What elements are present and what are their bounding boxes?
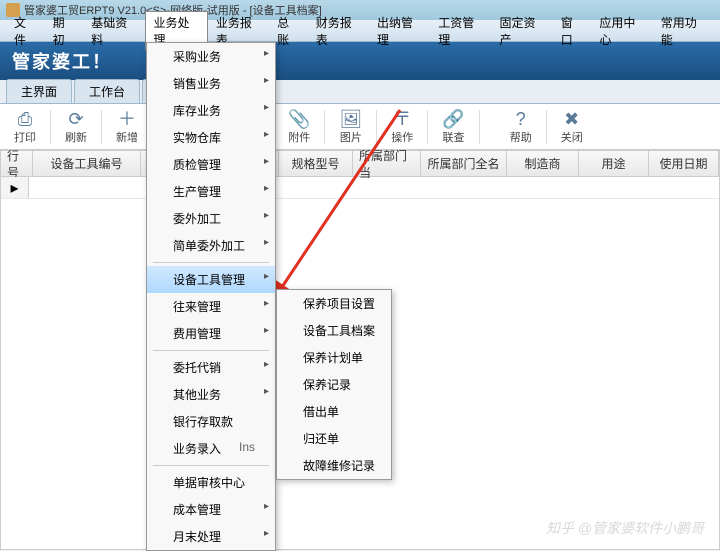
- menu-item[interactable]: 归还单: [277, 425, 391, 452]
- menu-item[interactable]: 委托代销: [147, 354, 275, 381]
- menu-item[interactable]: 月末处理: [147, 523, 275, 550]
- menu-0[interactable]: 文件: [6, 12, 45, 50]
- column-header[interactable]: 使用日期: [649, 151, 719, 176]
- column-header[interactable]: 行号: [1, 151, 33, 176]
- menu-1[interactable]: 期初: [45, 12, 84, 50]
- menu-item[interactable]: 单据审核中心: [147, 469, 275, 496]
- linkquery-button[interactable]: 🔗联查: [434, 107, 472, 147]
- column-header[interactable]: 用途: [579, 151, 649, 176]
- print-icon: ⎙: [18, 109, 32, 129]
- menu-item[interactable]: 设备工具管理: [147, 266, 275, 293]
- menu-item[interactable]: 往来管理: [147, 293, 275, 320]
- menu-10[interactable]: 窗口: [553, 12, 592, 50]
- column-header[interactable]: 所属部门当: [353, 151, 421, 176]
- operate-icon: 〒: [393, 109, 411, 129]
- tab-bar: 主界面工作台设: [0, 80, 720, 104]
- menu-item[interactable]: 借出单: [277, 398, 391, 425]
- menu-6[interactable]: 财务报表: [308, 12, 369, 50]
- menu-8[interactable]: 工资管理: [430, 12, 491, 50]
- menu-item[interactable]: 保养记录: [277, 371, 391, 398]
- submenu-equipment-dropdown: 保养项目设置设备工具档案保养计划单保养记录借出单归还单故障维修记录: [276, 289, 392, 480]
- tab-1[interactable]: 工作台: [74, 79, 140, 103]
- menu-item[interactable]: 银行存取款: [147, 408, 275, 435]
- column-header[interactable]: 制造商: [507, 151, 579, 176]
- image-button[interactable]: 🖼图片: [331, 107, 370, 147]
- attach-icon: 📎: [288, 109, 310, 129]
- watermark: 知乎 @管家婆软件小鹏哥: [546, 518, 704, 538]
- link-icon: 🔗: [442, 109, 464, 129]
- menu-item[interactable]: 生产管理: [147, 178, 275, 205]
- menu-item[interactable]: 设备工具档案: [277, 317, 391, 344]
- menu-item[interactable]: 其他业务: [147, 381, 275, 408]
- menu-business-dropdown: 采购业务销售业务库存业务实物仓库质检管理生产管理委外加工简单委外加工设备工具管理…: [146, 42, 276, 551]
- column-header[interactable]: 设备工具编号: [33, 151, 141, 176]
- menu-item[interactable]: 保养项目设置: [277, 290, 391, 317]
- menu-9[interactable]: 固定资产: [492, 12, 553, 50]
- attach-button[interactable]: 📎附件: [280, 107, 318, 147]
- menu-item[interactable]: 质检管理: [147, 151, 275, 178]
- menu-12[interactable]: 常用功能: [653, 12, 714, 50]
- menu-item[interactable]: 保养计划单: [277, 344, 391, 371]
- plus-icon: ＋: [118, 109, 136, 129]
- refresh-icon: ⟳: [68, 109, 83, 129]
- menu-item[interactable]: 销售业务: [147, 70, 275, 97]
- menu-item[interactable]: 库存业务: [147, 97, 275, 124]
- column-header[interactable]: 所属部门全名: [421, 151, 507, 176]
- menu-item[interactable]: 简单委外加工: [147, 232, 275, 259]
- menu-bar: 文件期初基础资料业务处理业务报表总账财务报表出纳管理工资管理固定资产窗口应用中心…: [0, 20, 720, 42]
- operate-button[interactable]: 〒操作: [383, 107, 421, 147]
- close-button[interactable]: ✖关闭: [553, 107, 591, 147]
- menu-item[interactable]: 采购业务: [147, 43, 275, 70]
- menu-item[interactable]: 故障维修记录: [277, 452, 391, 479]
- grid-header: 行号设备工具编号 规格型号所属部门当所属部门全名制造商用途使用日期: [1, 151, 719, 177]
- menu-7[interactable]: 出纳管理: [369, 12, 430, 50]
- close-icon: ✖: [564, 109, 579, 129]
- row-marker-icon: ▸: [1, 177, 29, 198]
- print-button[interactable]: ⎙打印: [6, 107, 44, 147]
- menu-2[interactable]: 基础资料: [83, 12, 144, 50]
- menu-11[interactable]: 应用中心: [591, 12, 652, 50]
- column-header[interactable]: 规格型号: [279, 151, 353, 176]
- refresh-button[interactable]: ⟳刷新: [57, 107, 95, 147]
- menu-item[interactable]: 费用管理: [147, 320, 275, 347]
- help-icon: ?: [516, 109, 526, 129]
- menu-item[interactable]: 委外加工: [147, 205, 275, 232]
- menu-item[interactable]: 实物仓库: [147, 124, 275, 151]
- help-button[interactable]: ?帮助: [502, 107, 540, 147]
- toolbar: ⎙打印 ⟳刷新 ＋新增 📎附件 🖼图片 〒操作 🔗联查 ?帮助 ✖关闭: [0, 104, 720, 150]
- tab-0[interactable]: 主界面: [6, 79, 72, 103]
- new-button[interactable]: ＋新增: [108, 107, 146, 147]
- image-icon: 🖼: [339, 109, 362, 129]
- menu-item[interactable]: 成本管理: [147, 496, 275, 523]
- menu-item[interactable]: 业务录入Ins: [147, 435, 275, 462]
